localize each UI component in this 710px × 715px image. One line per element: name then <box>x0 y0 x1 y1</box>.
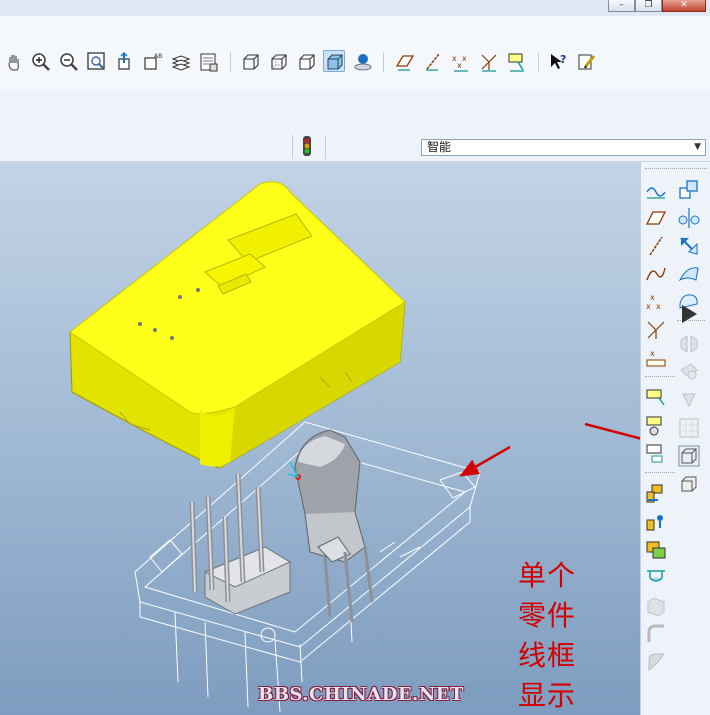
maximize-button[interactable]: ❐ <box>635 0 662 12</box>
sketched-curve-icon[interactable] <box>644 178 668 202</box>
model-tree-icon[interactable] <box>197 50 219 72</box>
datum-planes-icon[interactable] <box>393 50 415 72</box>
shading-icon[interactable] <box>323 50 345 72</box>
annotation-text: 单个 零件 线框 显示 <box>518 556 576 715</box>
tool-group-icon[interactable] <box>644 482 668 506</box>
annotation-line: 显示 <box>518 679 577 712</box>
round-icon[interactable] <box>644 622 668 646</box>
chevron-down-icon: ▼ <box>694 142 701 152</box>
grey-insert-left[interactable] <box>189 473 292 615</box>
minimize-button[interactable]: – <box>608 0 635 12</box>
annotation-tool-icon[interactable] <box>575 50 597 72</box>
svg-text:x: x <box>462 54 467 63</box>
toolbar-separator <box>383 52 384 72</box>
annotation-line: 零件 <box>518 599 577 632</box>
toolbar-grip <box>645 168 707 171</box>
right-feature-toolbar: xxx x <box>640 162 710 715</box>
toolbar-separator <box>292 135 293 159</box>
split-icon[interactable] <box>677 332 701 356</box>
flyout-arrow-icon[interactable] <box>679 302 697 323</box>
layers-icon[interactable] <box>169 50 191 72</box>
selection-filter-value: 智能 <box>427 140 452 154</box>
annotation-line: 单个 <box>518 559 577 592</box>
svg-text:x: x <box>650 349 655 358</box>
close-button[interactable]: ✕ <box>662 0 706 12</box>
datum-curve-icon[interactable] <box>644 262 668 286</box>
wireframe-part-icon[interactable] <box>677 444 701 468</box>
annotation-arrows <box>459 422 640 477</box>
zoom-fit-icon[interactable] <box>85 50 107 72</box>
svg-text:x: x <box>650 293 655 302</box>
toolbar-separator <box>645 376 675 377</box>
wireframe-icon[interactable] <box>239 50 261 72</box>
datum-points-icon[interactable]: xxx <box>449 50 471 72</box>
svg-text:x: x <box>646 302 651 311</box>
no-hidden-icon[interactable] <box>295 50 317 72</box>
copy-icon[interactable] <box>677 178 701 202</box>
datum-csys-icon[interactable] <box>644 318 668 342</box>
toolbar-separator <box>230 52 231 72</box>
svg-text:?: ? <box>560 53 566 66</box>
yellow-part[interactable] <box>69 181 406 469</box>
whats-this-help-icon[interactable]: ? <box>547 50 569 72</box>
coordinate-systems-icon[interactable] <box>477 50 499 72</box>
toolbar-separator <box>325 135 326 159</box>
datum-point-icon[interactable]: xxx <box>644 290 668 314</box>
appearance-icon[interactable] <box>351 50 373 72</box>
reorient-icon[interactable] <box>113 50 135 72</box>
saved-views-icon[interactable]: AB <box>141 50 163 72</box>
create-component-icon[interactable] <box>644 538 668 562</box>
sketch-icon[interactable]: x <box>644 346 668 370</box>
zoom-in-icon[interactable] <box>29 50 51 72</box>
toolbar-separator <box>645 472 675 473</box>
svg-text:x: x <box>457 61 462 70</box>
datum-plane-icon[interactable] <box>644 206 668 230</box>
cut-icon[interactable] <box>677 388 701 412</box>
datum-axes-icon[interactable] <box>421 50 443 72</box>
assemble-icon[interactable] <box>644 510 668 534</box>
move-icon[interactable] <box>677 234 701 258</box>
watermark: BBS.CHINADE.NET <box>258 684 464 705</box>
selection-filter-select[interactable]: 智能 ▼ <box>421 139 706 156</box>
surface-icon[interactable] <box>677 262 701 286</box>
feature-insert-icon[interactable] <box>644 414 668 438</box>
annotations-icon[interactable] <box>505 50 527 72</box>
pan-icon[interactable] <box>2 50 24 72</box>
datum-analysis-icon[interactable] <box>644 386 668 410</box>
zoom-out-icon[interactable] <box>57 50 79 72</box>
shell-icon[interactable] <box>644 650 668 674</box>
mirror-icon[interactable] <box>677 206 701 230</box>
regenerate-status-icon[interactable] <box>300 135 314 159</box>
annotation-line: 线框 <box>518 639 577 672</box>
offset-icon[interactable] <box>677 360 701 384</box>
solid-display-icon[interactable] <box>677 472 701 496</box>
toolbar-separator <box>538 52 539 72</box>
hidden-line-icon[interactable] <box>267 50 289 72</box>
title-bar: – ❐ ✕ <box>0 0 710 17</box>
svg-text:AB: AB <box>154 53 162 60</box>
mold-component-icon[interactable] <box>644 594 668 618</box>
pattern-icon[interactable] <box>677 416 701 440</box>
grey-insert-right[interactable] <box>287 429 374 623</box>
svg-text:x: x <box>656 302 661 311</box>
tool-flip-icon[interactable] <box>644 442 668 466</box>
graphics-viewport[interactable]: 单个 零件 线框 显示 BBS.CHINADE.NET <box>0 162 640 715</box>
package-icon[interactable] <box>644 566 668 590</box>
main-toolbar: AB xxx ? <box>0 16 710 92</box>
datum-axis-icon[interactable] <box>644 234 668 258</box>
